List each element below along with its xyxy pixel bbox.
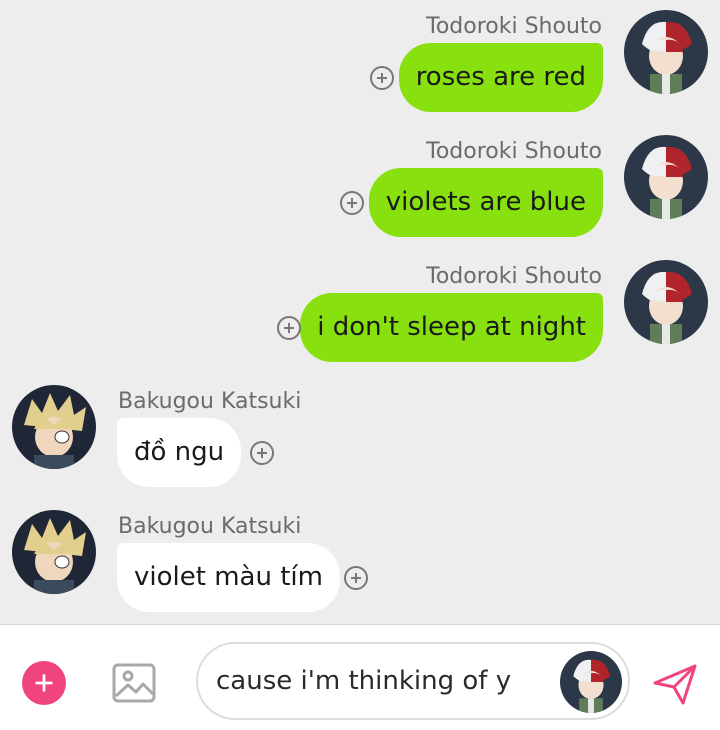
message-row: Bakugou Katsuki đồ ngu	[0, 385, 720, 510]
sender-name: Bakugou Katsuki	[118, 389, 302, 414]
add-reaction-icon[interactable]	[340, 191, 364, 215]
message-row: Todoroki Shouto roses are red	[0, 10, 720, 135]
add-reaction-icon[interactable]	[250, 441, 274, 465]
sender-name: Todoroki Shouto	[426, 139, 602, 164]
message-row: Todoroki Shouto i don't sleep at night	[0, 260, 720, 385]
add-reaction-icon[interactable]	[370, 66, 394, 90]
avatar-todoroki[interactable]	[624, 260, 708, 344]
avatar-todoroki[interactable]	[624, 10, 708, 94]
message-input[interactable]: cause i'm thinking of y	[196, 642, 630, 720]
send-icon[interactable]	[652, 661, 698, 707]
sender-name: Bakugou Katsuki	[118, 514, 302, 539]
add-reaction-icon[interactable]	[344, 566, 368, 590]
sender-name: Todoroki Shouto	[426, 264, 602, 289]
message-composer: cause i'm thinking of y	[0, 624, 720, 730]
avatar-todoroki[interactable]	[560, 651, 622, 713]
message-bubble[interactable]: đồ ngu	[117, 418, 242, 487]
avatar-bakugou[interactable]	[12, 510, 96, 594]
message-bubble[interactable]: violet màu tím	[117, 543, 340, 612]
message-bubble[interactable]: i don't sleep at night	[300, 293, 603, 362]
avatar-todoroki[interactable]	[624, 135, 708, 219]
message-row: Bakugou Katsuki violet màu tím	[0, 510, 720, 635]
message-bubble[interactable]: violets are blue	[368, 168, 603, 237]
image-icon[interactable]	[111, 660, 157, 706]
message-bubble[interactable]: roses are red	[398, 43, 603, 112]
avatar-bakugou[interactable]	[12, 385, 96, 469]
sender-name: Todoroki Shouto	[426, 14, 602, 39]
message-row: Todoroki Shouto violets are blue	[0, 135, 720, 260]
plus-icon[interactable]	[22, 661, 66, 705]
add-reaction-icon[interactable]	[277, 316, 301, 340]
message-input-text[interactable]: cause i'm thinking of y	[216, 644, 511, 718]
